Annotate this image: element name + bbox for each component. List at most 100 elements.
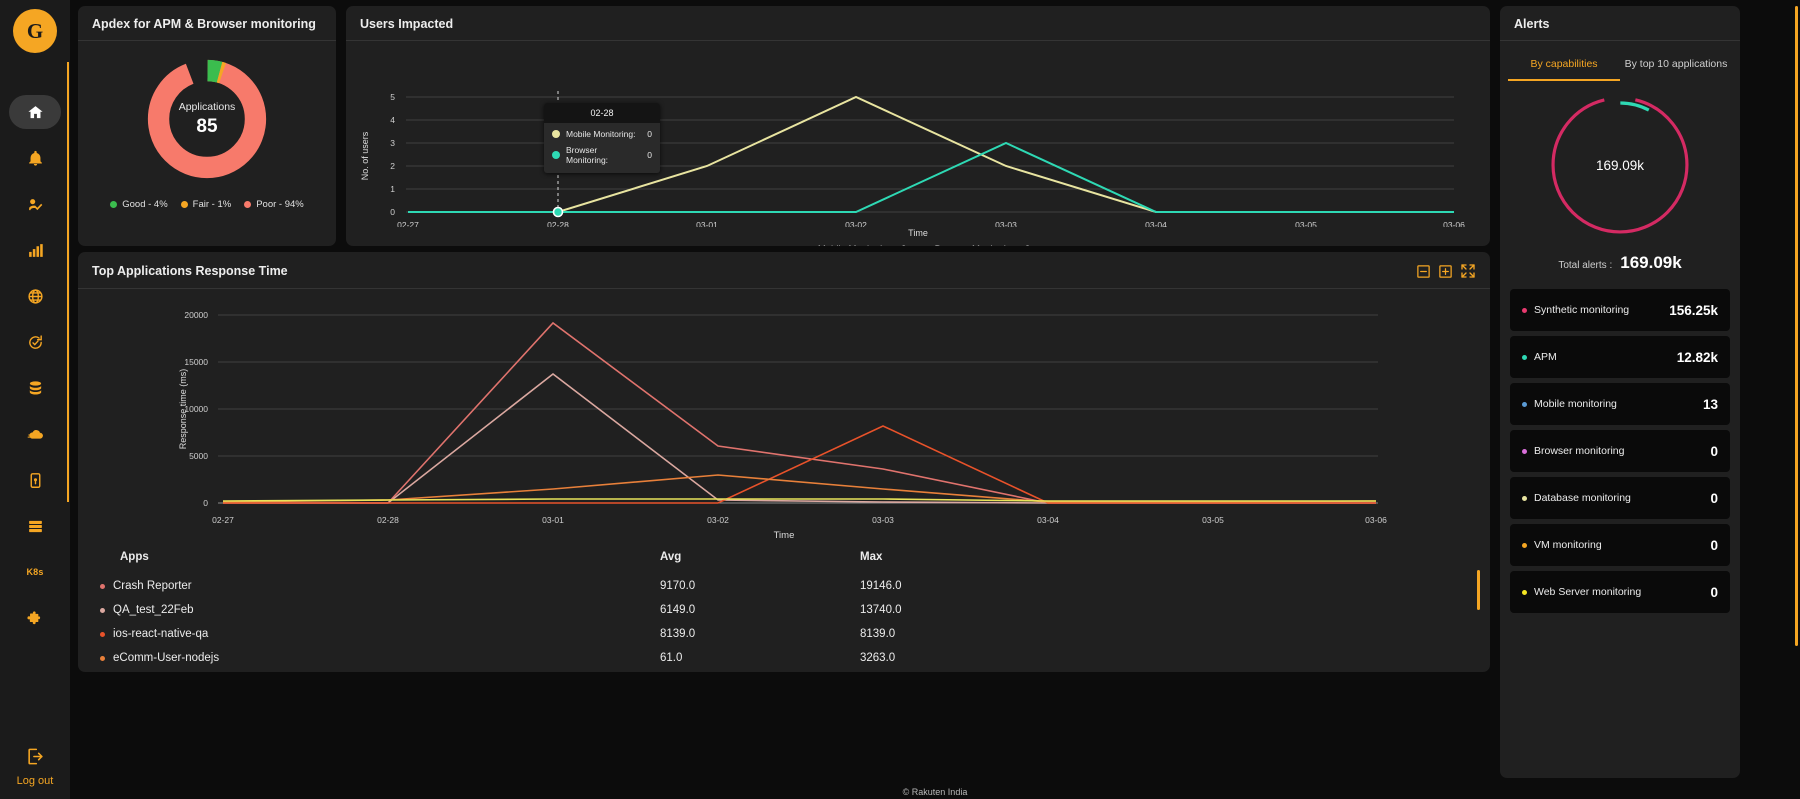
alerts-total-label: Total alerts : [1558, 260, 1613, 272]
top-applications-panel-title: Top Applications Response Time [92, 264, 288, 278]
row-dot-icon [100, 607, 105, 613]
row-app-name: QA_test_22Feb [113, 604, 194, 616]
avatar[interactable]: G [13, 9, 57, 53]
zoom-in-icon[interactable] [1438, 264, 1453, 279]
avatar-initial: G [26, 18, 44, 43]
alert-item-count: 0 [1710, 537, 1718, 553]
list-item[interactable]: Browser monitoring 0 [1510, 430, 1730, 473]
alert-dot-icon [1522, 448, 1527, 454]
column-header-avg: Avg [660, 551, 682, 563]
row-max-value: 8139.0 [860, 628, 896, 640]
svg-text:03-01: 03-01 [696, 220, 718, 227]
legend-dot-good [110, 201, 118, 208]
alert-item-label: Database monitoring [1534, 492, 1631, 505]
svg-text:03-06: 03-06 [1443, 220, 1465, 227]
sidebar-item-integrations[interactable] [9, 601, 61, 635]
svg-text:02-28: 02-28 [547, 220, 569, 227]
apdex-legend-item-poor[interactable]: Poor - 94% [244, 199, 304, 210]
fullscreen-icon[interactable] [1460, 263, 1476, 279]
tab-by-capabilities[interactable]: By capabilities [1508, 53, 1620, 82]
svg-text:02-27: 02-27 [212, 515, 234, 525]
users-impacted-chart[interactable]: 5 4 3 2 1 0 No. of users 02-27 02-28 03-… [346, 41, 1490, 230]
users-legend-item-mobile[interactable]: Mobile Monitoring - 9 [806, 244, 907, 246]
sidebar-item-k8s-label: K8s [26, 567, 44, 577]
row-avg-value: 8139.0 [660, 628, 696, 640]
row-avg-value: 61.0 [660, 652, 683, 664]
svg-text:03-04: 03-04 [1145, 220, 1167, 227]
apdex-donut-chart[interactable]: Applications 85 [143, 55, 271, 183]
apdex-panel-title: Apdex for APM & Browser monitoring [78, 6, 336, 41]
list-item[interactable]: Mobile monitoring 13 [1510, 383, 1730, 426]
sidebar-item-home[interactable] [9, 95, 61, 129]
svg-text:02-28: 02-28 [377, 515, 399, 525]
alert-item-label: Browser monitoring [1534, 445, 1625, 458]
alert-dot-icon [1522, 401, 1527, 407]
row-max-value: 13740.0 [860, 604, 902, 616]
row-avg-value: 6149.0 [660, 604, 696, 616]
sidebar-item-database[interactable] [9, 371, 61, 405]
row-dot-icon [100, 655, 105, 661]
sidebar-item-apm[interactable] [9, 325, 61, 359]
row-dot-icon [100, 631, 105, 637]
svg-text:03-05: 03-05 [1295, 220, 1317, 227]
table-scrollbar-thumb[interactable] [1477, 570, 1480, 610]
list-item[interactable]: Web Server monitoring 0 [1510, 571, 1730, 614]
apdex-legend-label-poor: Poor - 94% [256, 199, 304, 210]
list-item[interactable]: APM 12.82k [1510, 336, 1730, 379]
list-item[interactable]: Database monitoring 0 [1510, 477, 1730, 520]
top-applications-controls [1416, 263, 1476, 279]
zoom-out-icon[interactable] [1416, 264, 1431, 279]
tooltip-value-browser: 0 [647, 150, 652, 160]
table-row[interactable]: QA_test_22Feb 6149.0 13740.0 [100, 598, 1468, 622]
sidebar-item-mobile[interactable] [9, 463, 61, 497]
alert-item-label: APM [1534, 351, 1557, 364]
alerts-donut-chart[interactable]: 169.09k [1546, 91, 1694, 239]
apdex-legend-label-good: Good - 4% [122, 199, 168, 210]
alerts-list: Synthetic monitoring 156.25k APM 12.82k … [1500, 289, 1740, 614]
apdex-legend-item-fair[interactable]: Fair - 1% [180, 199, 231, 210]
apdex-legend-item-good[interactable]: Good - 4% [110, 199, 168, 210]
sidebar-item-cloud[interactable] [9, 417, 61, 451]
sidebar-item-alerts[interactable] [9, 141, 61, 175]
mobile-device-icon [27, 472, 44, 489]
sync-check-icon [27, 334, 44, 351]
svg-text:4: 4 [390, 115, 395, 125]
table-row[interactable]: ios-react-native-qa 8139.0 8139.0 [100, 622, 1468, 646]
svg-text:0: 0 [203, 498, 208, 508]
row-app-name: Crash Reporter [113, 580, 192, 592]
sidebar-item-browser[interactable] [9, 279, 61, 313]
top-applications-panel: Top Applications Response Time 20000 150… [78, 252, 1490, 672]
alerts-tabs: By capabilities By top 10 applications [1500, 41, 1740, 82]
list-item[interactable]: Synthetic monitoring 156.25k [1510, 289, 1730, 332]
svg-text:03-01: 03-01 [542, 515, 564, 525]
alert-item-label: Synthetic monitoring [1534, 304, 1630, 317]
alert-item-label: VM monitoring [1534, 539, 1602, 552]
users-impacted-tooltip: 02-28 Mobile Monitoring: 0 Browser Monit… [544, 103, 660, 173]
tab-by-top-10-applications[interactable]: By top 10 applications [1620, 53, 1732, 81]
users-legend-item-browser[interactable]: Browser Monitoring - 3 [923, 244, 1031, 246]
tooltip-dot-mobile [552, 130, 560, 138]
tooltip-dot-browser [552, 151, 560, 159]
globe-icon [27, 288, 44, 305]
logout-button[interactable]: Log out [0, 747, 70, 787]
row-max-value: 3263.0 [860, 652, 896, 664]
sidebar-item-k8s[interactable]: K8s [9, 555, 61, 589]
sidebar-item-synthetic[interactable] [9, 187, 61, 221]
tooltip-value-mobile: 0 [647, 129, 652, 139]
list-item[interactable]: VM monitoring 0 [1510, 524, 1730, 567]
database-icon [27, 380, 44, 397]
table-row[interactable]: Crash Reporter 9170.0 19146.0 [100, 574, 1468, 598]
users-impacted-xaxis-title: Time [908, 228, 928, 238]
alerts-total-value: 169.09k [1620, 253, 1682, 273]
sidebar-nav: K8s [0, 95, 70, 647]
apdex-donut-wrap: Applications 85 [78, 55, 336, 183]
topapps-gridlines [218, 314, 1378, 504]
page-scrollbar-thumb[interactable] [1795, 6, 1798, 646]
sidebar-item-servers[interactable] [9, 509, 61, 543]
users-impacted-panel: Users Impacted 5 4 3 2 1 0 No. of users … [346, 6, 1490, 246]
svg-text:5000: 5000 [189, 451, 208, 461]
sidebar-item-reports[interactable] [9, 233, 61, 267]
top-applications-chart[interactable]: 20000 15000 10000 5000 0 Response time (… [78, 289, 1490, 541]
table-row[interactable]: eComm-User-nodejs 61.0 3263.0 [100, 646, 1468, 670]
row-app-name: ios-react-native-qa [113, 628, 209, 640]
